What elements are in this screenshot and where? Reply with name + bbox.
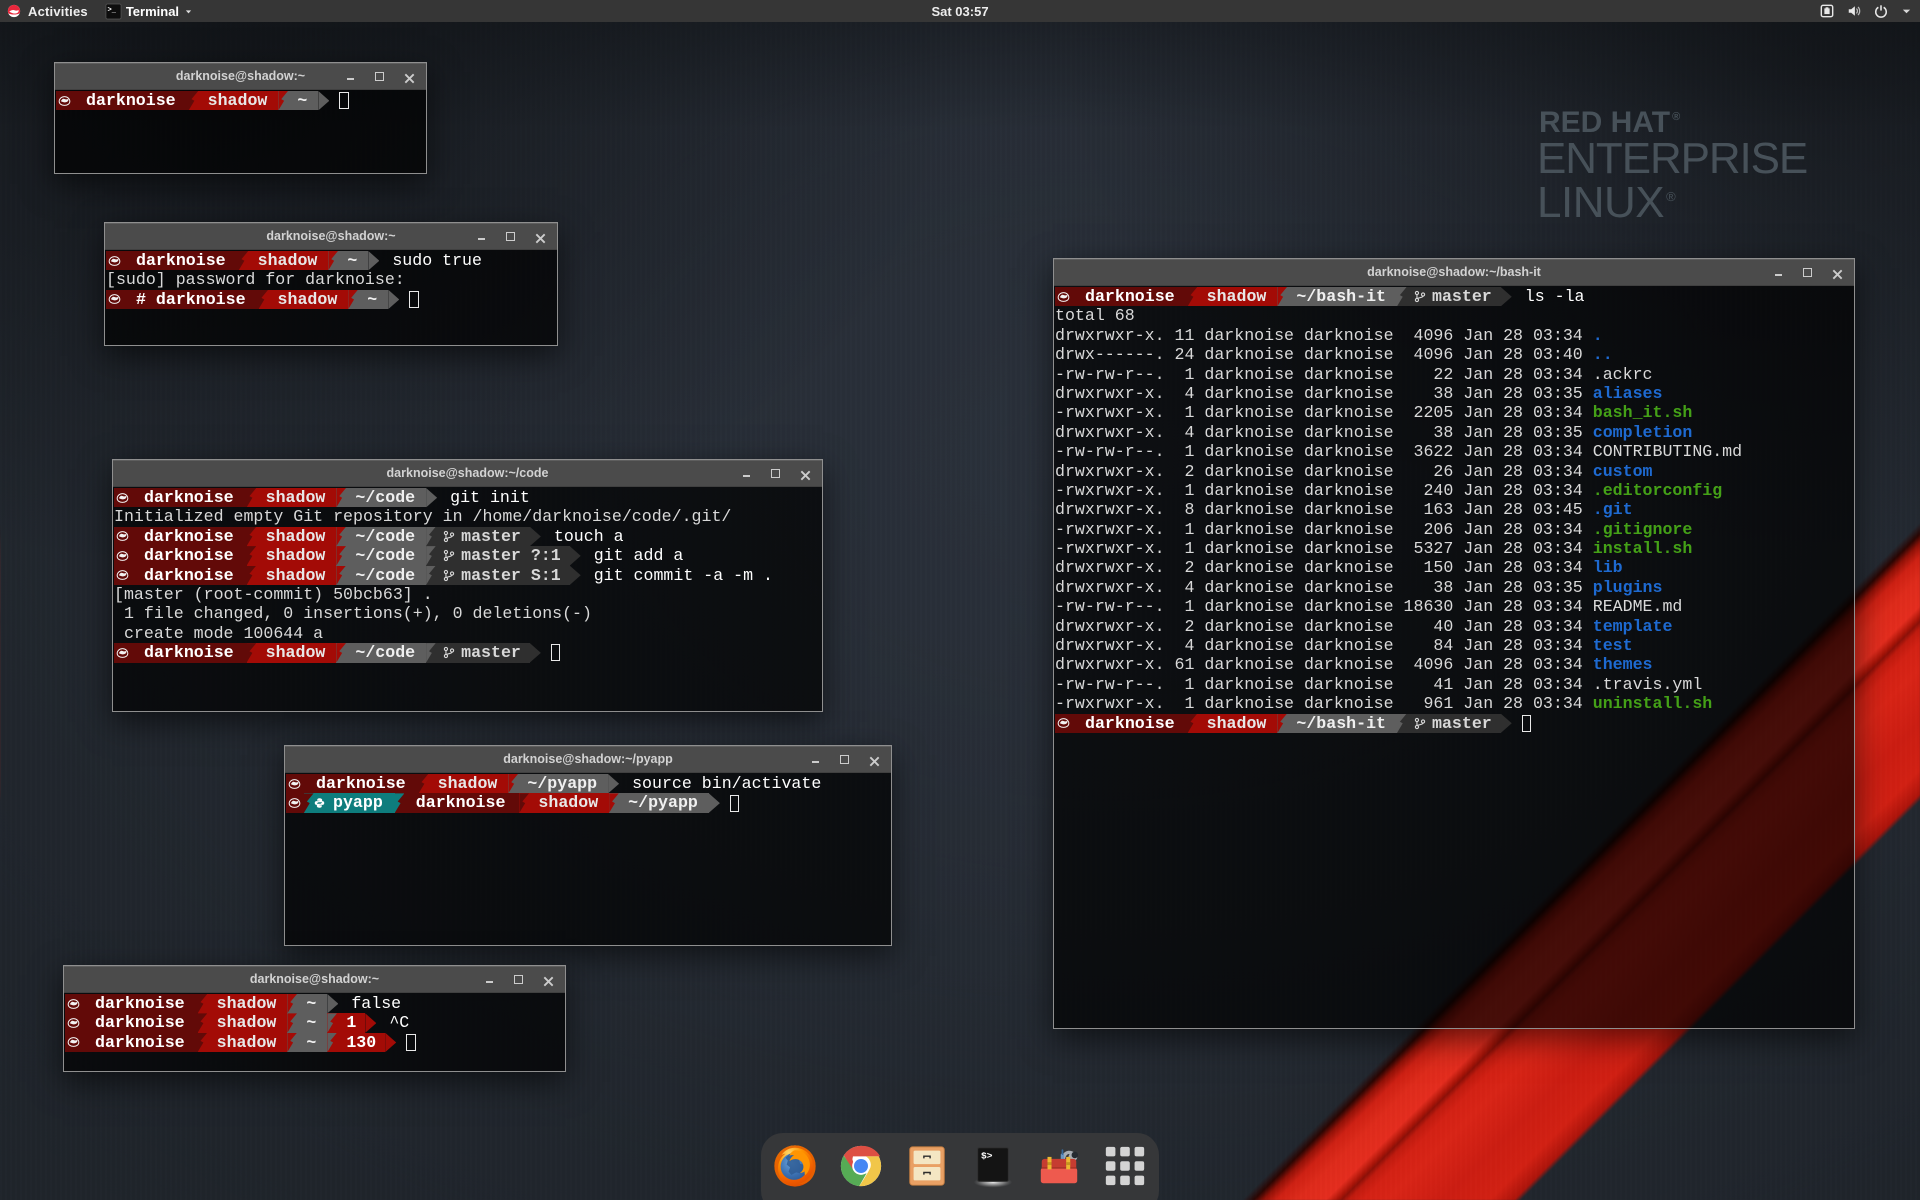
svg-text:$>: $> bbox=[981, 1150, 993, 1161]
svg-text:>_: >_ bbox=[107, 6, 116, 14]
